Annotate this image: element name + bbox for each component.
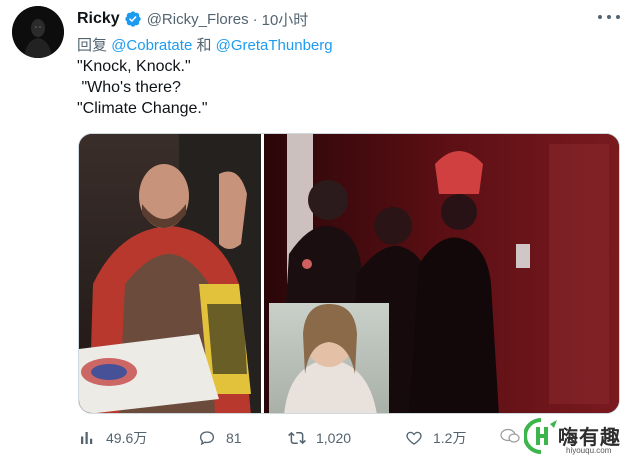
mention-link-cobratate[interactable]: @Cobratate [111,37,192,54]
reply-count: 81 [226,430,242,446]
watermark-url: hiyouqu.com [566,446,612,455]
retweet-icon [288,431,306,445]
reply-bubble-icon [199,431,215,446]
retweet-count: 1,020 [316,430,352,446]
avatar[interactable] [12,6,64,58]
reply-prefix: 回复 [77,37,108,54]
display-name[interactable]: Ricky [77,10,120,28]
separator-dot: · [252,10,258,28]
reply-context: 回复 @Cobratate 和 @GretaThunberg [77,34,333,55]
chat-icon [500,428,520,443]
reply-and: 和 [196,37,212,54]
watermark-logo-icon [524,418,557,454]
views-count: 49.6万 [106,430,148,446]
tweet-media-image[interactable] [78,133,620,414]
mention-link-gretathunberg[interactable]: @GretaThunberg [216,37,333,54]
more-dot [607,15,611,19]
retweet-button[interactable]: 1,020 [288,426,351,450]
more-dot [616,15,620,19]
timestamp[interactable]: 10小时 [262,9,309,30]
more-options-icon[interactable] [598,12,620,22]
like-button[interactable]: 1.2万 [405,426,466,450]
views-button[interactable]: 49.6万 [78,426,147,450]
verified-badge-icon [124,10,142,28]
like-count: 1.2万 [433,430,467,446]
user-handle[interactable]: @Ricky_Flores [147,11,249,28]
tweet-header: Ricky @Ricky_Flores · 10小时 [77,9,308,29]
tweet-text: "Knock, Knock." "Who's there? "Climate C… [77,58,208,117]
heart-icon [406,431,422,445]
analytics-bar-icon [81,432,93,444]
watermark: 嗨有趣 hiyouqu.com [500,418,640,458]
reply-button[interactable]: 81 [198,426,242,450]
more-dot [598,15,602,19]
